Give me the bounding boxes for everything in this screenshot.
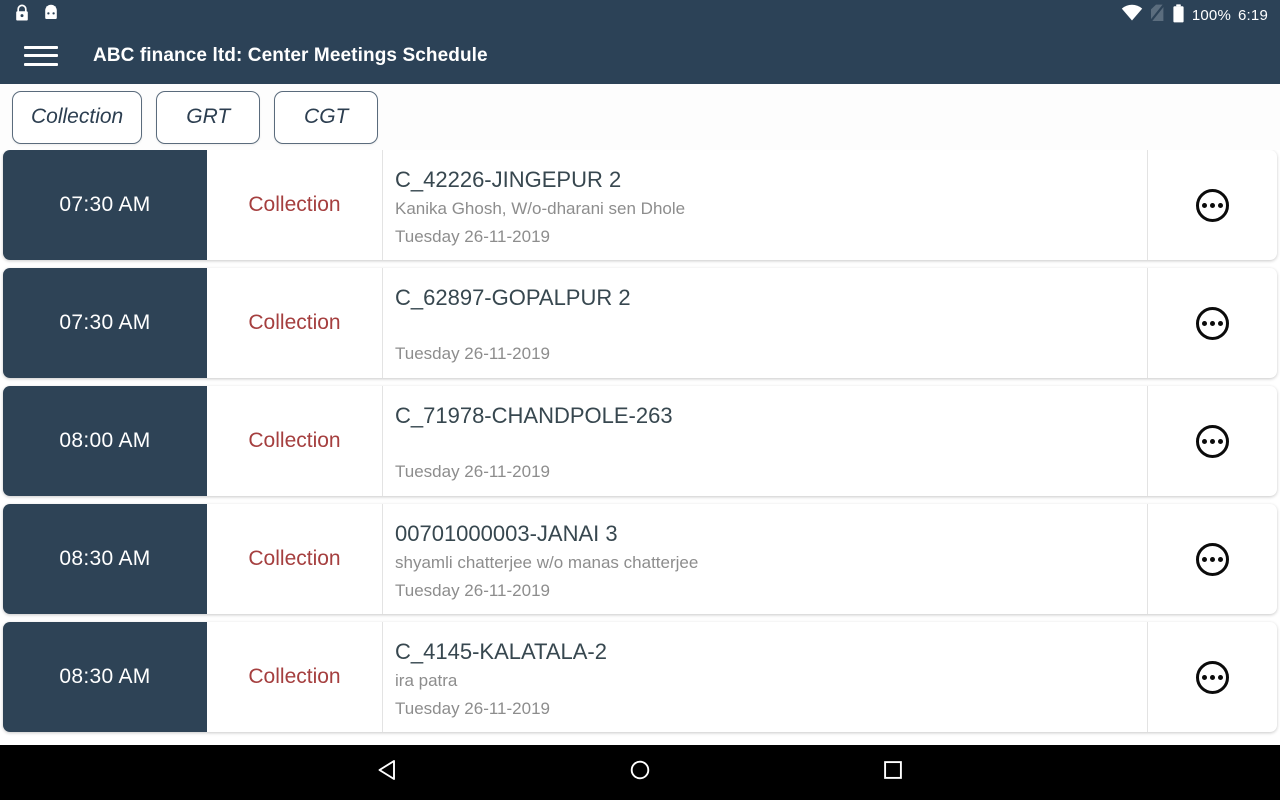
tab-grt[interactable]: GRT: [156, 90, 261, 144]
meeting-type: Collection: [207, 622, 383, 732]
overflow-menu-icon: [1196, 424, 1229, 458]
meeting-contact: Kanika Ghosh, W/o-dharani sen Dhole: [395, 199, 686, 219]
page-title: ABC finance ltd: Center Meetings Schedul…: [93, 44, 488, 66]
home-circle-icon: [629, 759, 651, 786]
nav-recents-button[interactable]: [865, 745, 921, 800]
meeting-overflow-button[interactable]: [1148, 386, 1277, 496]
meeting-type: Collection: [207, 150, 383, 260]
hamburger-line: [24, 54, 58, 57]
meeting-details: C_42226-JINGEPUR 2 Kanika Ghosh, W/o-dha…: [383, 150, 1148, 260]
meeting-date: Tuesday 26-11-2019: [395, 344, 550, 364]
android-robot-icon: [42, 4, 60, 26]
meetings-list[interactable]: 07:30 AM Collection C_42226-JINGEPUR 2 K…: [0, 150, 1280, 745]
battery-icon: [1172, 3, 1185, 27]
status-bar-right-icons: 100% 6:19: [1121, 3, 1268, 27]
meeting-details: C_62897-GOPALPUR 2 Tuesday 26-11-2019: [383, 268, 1148, 378]
meeting-details: 00701000003-JANAI 3 shyamli chatterjee w…: [383, 504, 1148, 614]
meeting-center-name: C_4145-KALATALA-2: [395, 639, 607, 664]
overflow-menu-icon: [1196, 660, 1229, 694]
meeting-date: Tuesday 26-11-2019: [395, 580, 550, 600]
meeting-date: Tuesday 26-11-2019: [395, 462, 550, 482]
meeting-time: 07:30 AM: [3, 268, 207, 378]
overflow-menu-icon: [1196, 542, 1229, 576]
status-bar-left-icons: [14, 4, 60, 27]
back-triangle-icon: [377, 759, 397, 786]
recents-square-icon: [883, 760, 903, 785]
hamburger-line: [24, 62, 58, 66]
meeting-row[interactable]: 08:30 AM Collection C_4145-KALATALA-2 ir…: [3, 622, 1277, 732]
hamburger-line: [24, 45, 58, 49]
battery-percent: 100%: [1191, 6, 1231, 24]
meeting-contact: shyamli chatterjee w/o manas chatterjee: [395, 553, 699, 573]
meeting-contact: [395, 313, 1147, 340]
no-sim-icon: [1149, 3, 1165, 26]
meeting-center-name: 00701000003-JANAI 3: [395, 521, 618, 546]
lock-icon: [14, 4, 30, 27]
meeting-row[interactable]: 08:30 AM Collection 00701000003-JANAI 3 …: [3, 504, 1277, 614]
overflow-menu-icon: [1196, 188, 1229, 222]
meeting-details: C_4145-KALATALA-2 ira patra Tuesday 26-1…: [383, 622, 1148, 732]
meeting-date: Tuesday 26-11-2019: [395, 698, 550, 718]
tab-collection-label: Collection: [31, 105, 124, 128]
meeting-time: 07:30 AM: [3, 150, 207, 260]
tab-cgt[interactable]: CGT: [274, 90, 379, 144]
meeting-time: 08:00 AM: [3, 386, 207, 496]
meeting-contact: ira patra: [395, 671, 458, 691]
meeting-center-name: C_62897-GOPALPUR 2: [395, 285, 631, 310]
meeting-overflow-button[interactable]: [1148, 268, 1277, 378]
nav-home-button[interactable]: [612, 745, 668, 800]
meeting-type: Collection: [207, 504, 383, 614]
meeting-overflow-button[interactable]: [1148, 150, 1277, 260]
meeting-type: Collection: [207, 386, 383, 496]
meeting-date: Tuesday 26-11-2019: [395, 226, 550, 246]
meeting-row[interactable]: 08:00 AM Collection C_71978-CHANDPOLE-26…: [3, 386, 1277, 496]
meeting-center-name: C_42226-JINGEPUR 2: [395, 167, 622, 192]
meeting-details: C_71978-CHANDPOLE-263 Tuesday 26-11-2019: [383, 386, 1148, 496]
overflow-menu-icon: [1196, 306, 1229, 340]
android-nav-bar: [0, 745, 1280, 800]
meeting-center-name: C_71978-CHANDPOLE-263: [395, 403, 673, 428]
meeting-row[interactable]: 07:30 AM Collection C_42226-JINGEPUR 2 K…: [3, 150, 1277, 260]
app-bar: ABC finance ltd: Center Meetings Schedul…: [0, 30, 1280, 81]
tab-collection[interactable]: Collection: [12, 90, 143, 144]
meeting-row[interactable]: 07:30 AM Collection C_62897-GOPALPUR 2 T…: [3, 268, 1277, 378]
tab-grt-label: GRT: [186, 105, 231, 128]
status-clock: 6:19: [1238, 6, 1268, 24]
tab-cgt-label: CGT: [304, 105, 349, 128]
tab-strip: Collection GRT CGT: [0, 84, 1280, 150]
meeting-contact: [395, 431, 1147, 458]
meeting-time: 08:30 AM: [3, 504, 207, 614]
meeting-time: 08:30 AM: [3, 622, 207, 732]
wifi-icon: [1121, 4, 1143, 26]
status-bar: 100% 6:19: [0, 0, 1280, 30]
nav-back-button[interactable]: [359, 745, 415, 800]
meeting-type: Collection: [207, 268, 383, 378]
meeting-overflow-button[interactable]: [1148, 622, 1277, 732]
hamburger-menu-icon[interactable]: [24, 43, 58, 69]
meeting-overflow-button[interactable]: [1148, 504, 1277, 614]
app-screen: 100% 6:19 ABC finance ltd: Center Meetin…: [0, 0, 1280, 800]
